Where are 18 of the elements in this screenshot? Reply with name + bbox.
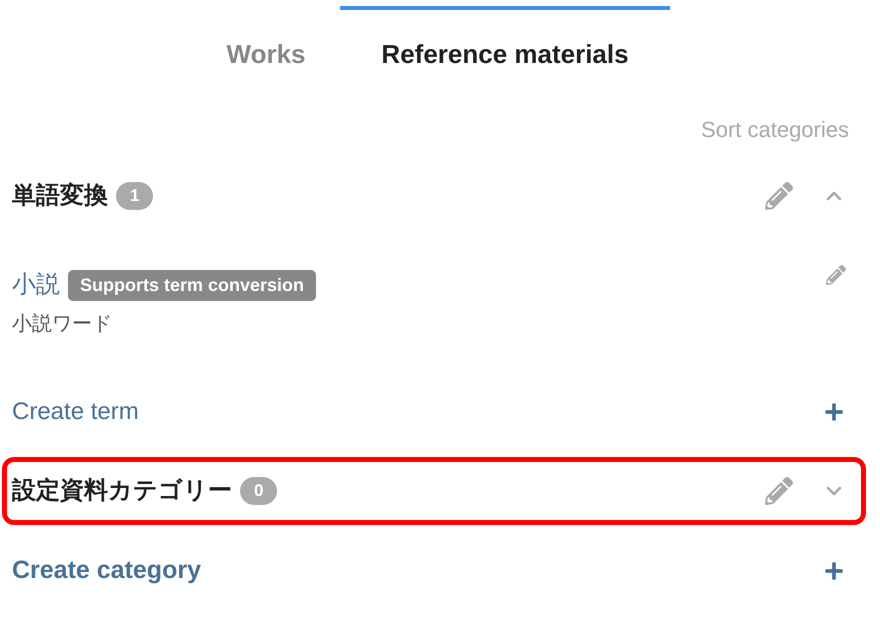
create-category-link[interactable]: Create category [12, 552, 201, 590]
edit-icon[interactable] [826, 265, 846, 285]
term-badge: Supports term conversion [68, 270, 316, 300]
term-subtitle: 小説ワード [12, 312, 112, 337]
category-header[interactable]: 設定資料カテゴリー 0 [2, 457, 866, 525]
plus-icon[interactable] [824, 561, 844, 581]
tab[interactable]: Reference materials [340, 6, 670, 98]
tab[interactable]: Works [192, 6, 340, 98]
plus-icon[interactable] [824, 402, 844, 422]
count-badge: 1 [116, 182, 154, 210]
edit-icon[interactable] [765, 477, 793, 505]
create-term-link[interactable]: Create term [12, 394, 139, 430]
category-title: 単語変換 [12, 181, 108, 211]
count-badge: 0 [240, 477, 278, 505]
edit-icon[interactable] [765, 182, 793, 210]
term-name[interactable]: 小説 [12, 267, 60, 303]
category-title: 設定資料カテゴリー [12, 476, 232, 506]
category-header[interactable]: 単語変換 1 [2, 162, 866, 230]
